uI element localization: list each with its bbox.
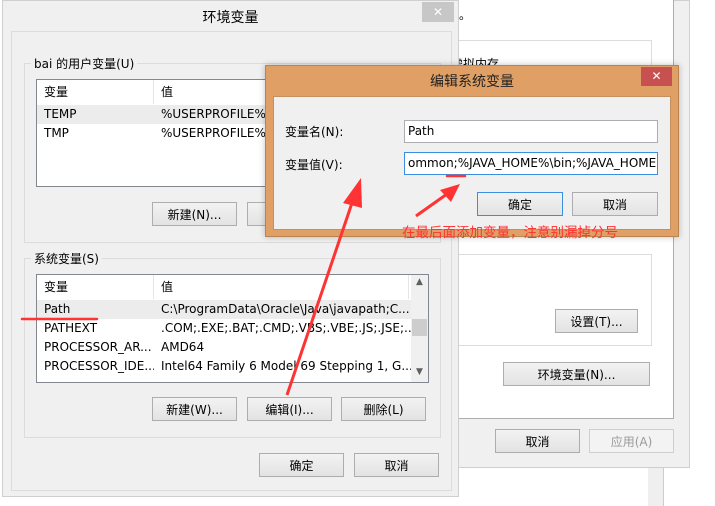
annotation-overlay [20, 174, 467, 396]
arrow-icon [285, 178, 362, 396]
arrow-icon [415, 184, 460, 218]
